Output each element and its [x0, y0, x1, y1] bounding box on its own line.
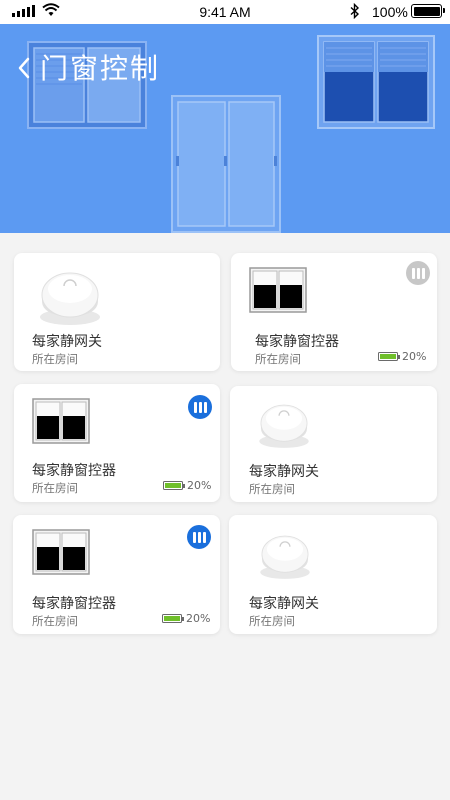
- gateway-device-image: [260, 535, 310, 579]
- battery-level: 20%: [187, 479, 212, 492]
- battery-level-icon: [162, 614, 184, 623]
- header-banner: 门窗控制: [0, 24, 450, 233]
- battery-indicator: 20%: [163, 479, 211, 492]
- battery-percent: 100%: [372, 4, 408, 20]
- device-card[interactable]: 每家静网关 所在房间: [230, 386, 437, 502]
- device-name: 每家静窗控器: [255, 334, 339, 350]
- status-badge[interactable]: [187, 525, 211, 549]
- battery-level-icon: [378, 352, 400, 361]
- device-name: 每家静窗控器: [32, 463, 116, 479]
- status-badge[interactable]: [406, 261, 430, 285]
- battery-icon: [411, 4, 445, 18]
- device-card[interactable]: 每家静窗控器 所在房间 20%: [13, 515, 220, 634]
- battery-indicator: 20%: [162, 612, 210, 625]
- device-name: 每家静窗控器: [32, 596, 116, 612]
- device-room: 所在房间: [32, 481, 78, 495]
- device-room: 所在房间: [32, 352, 78, 366]
- battery-level-icon: [163, 481, 185, 490]
- device-card[interactable]: 每家静网关 所在房间: [229, 515, 437, 634]
- status-badge[interactable]: [188, 395, 212, 419]
- page-title: 门窗控制: [40, 52, 161, 85]
- device-card[interactable]: 每家静窗控器 所在房间 20%: [14, 384, 220, 502]
- battery-indicator: 20%: [378, 350, 426, 363]
- window-controller-image: [249, 267, 307, 313]
- device-name: 每家静网关: [32, 334, 102, 350]
- device-room: 所在房间: [249, 482, 295, 496]
- gateway-device-image: [40, 272, 100, 325]
- window-controller-image: [32, 529, 90, 575]
- device-room: 所在房间: [32, 614, 78, 628]
- bluetooth-icon: [350, 3, 360, 19]
- device-card[interactable]: 每家静窗控器 所在房间 20%: [231, 253, 437, 371]
- battery-level: 20%: [186, 612, 211, 625]
- gateway-device-image: [259, 404, 309, 448]
- window-controller-image: [32, 398, 90, 444]
- device-name: 每家静网关: [249, 464, 319, 480]
- device-card[interactable]: 每家静网关 所在房间: [14, 253, 220, 371]
- device-name: 每家静网关: [249, 596, 319, 612]
- back-icon[interactable]: [14, 54, 36, 82]
- device-room: 所在房间: [255, 352, 301, 366]
- battery-level: 20%: [402, 350, 427, 363]
- device-room: 所在房间: [249, 614, 295, 628]
- status-bar: 9:41 AM 100%: [0, 0, 450, 24]
